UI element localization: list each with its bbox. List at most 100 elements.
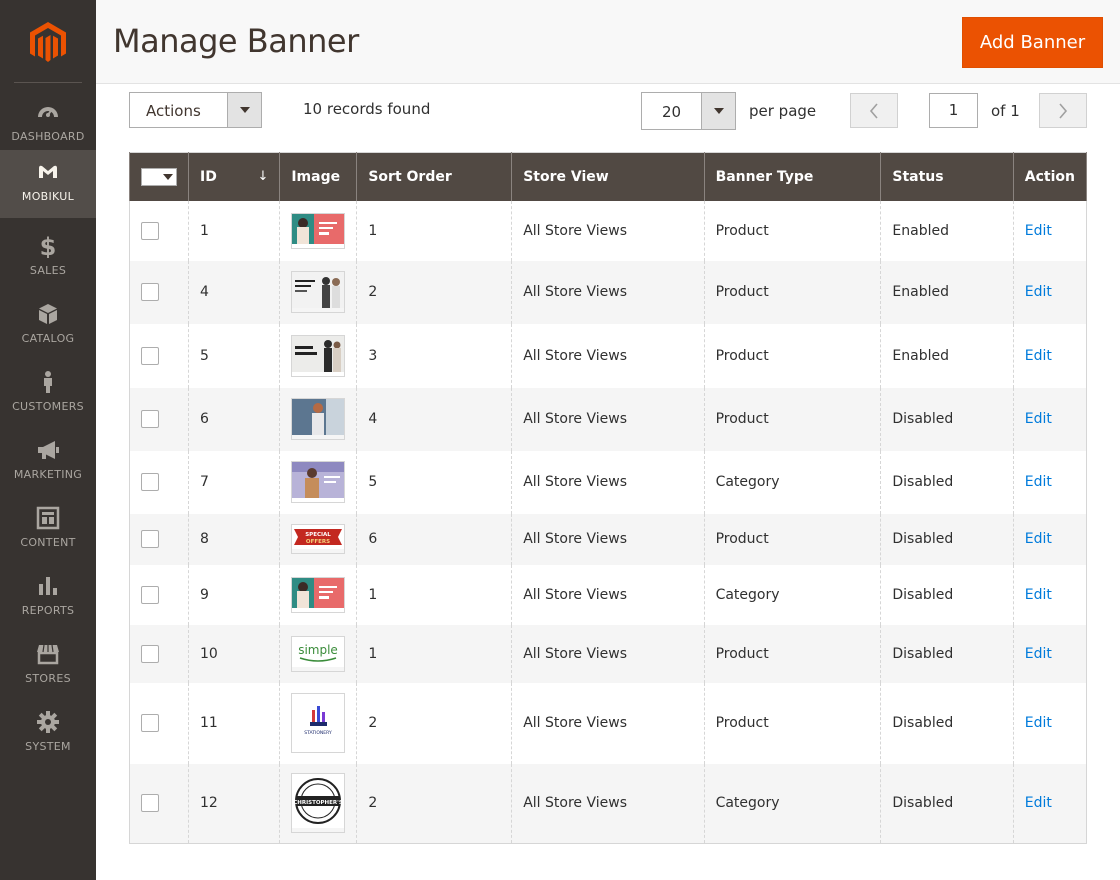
sidebar-item-content[interactable]: CONTENT — [0, 496, 96, 564]
table-row[interactable]: 9 1 All Store Views Category Disabled Ed… — [129, 564, 1088, 625]
row-checkbox[interactable] — [141, 410, 159, 428]
mobikul-icon — [39, 165, 57, 178]
content-layout-icon — [36, 506, 60, 530]
table-row[interactable]: 12 CHRISTOPHER'S 2 All Store Views Categ… — [129, 763, 1088, 844]
edit-link[interactable]: Edit — [1025, 474, 1052, 490]
cell-store-view: All Store Views — [511, 387, 705, 451]
edit-link[interactable]: Edit — [1025, 223, 1052, 239]
cell-status: Disabled — [880, 624, 1014, 683]
person-icon — [44, 371, 52, 393]
cell-sort-order: 2 — [356, 260, 513, 324]
banner-thumbnail: SPECIAL OFFERS — [291, 524, 346, 554]
sidebar-item-marketing[interactable]: MARKETING — [0, 428, 96, 496]
mass-select-dropdown[interactable] — [141, 167, 177, 186]
sidebar-item-stores[interactable]: STORES — [0, 632, 96, 700]
row-checkbox[interactable] — [141, 530, 159, 548]
row-checkbox[interactable] — [141, 221, 159, 240]
row-checkbox[interactable] — [141, 794, 159, 813]
chevron-left-icon — [869, 103, 878, 119]
cell-action: Edit — [1012, 387, 1088, 451]
row-select-cell — [129, 387, 189, 451]
dashboard-icon — [38, 107, 58, 117]
column-header-banner-type[interactable]: Banner Type — [703, 152, 882, 201]
sidebar-item-sales[interactable]: $ SALES — [0, 224, 96, 292]
row-checkbox[interactable] — [141, 473, 159, 491]
edit-link[interactable]: Edit — [1025, 348, 1052, 364]
cell-banner-type: Product — [703, 200, 882, 261]
edit-link[interactable]: Edit — [1025, 795, 1052, 811]
row-checkbox[interactable] — [141, 346, 159, 365]
edit-link[interactable]: Edit — [1025, 411, 1052, 427]
table-row[interactable]: 6 4 All Store Views Product Disabled Edi… — [129, 387, 1088, 451]
sort-descending-icon: ↓ — [257, 168, 269, 184]
sidebar-item-dashboard[interactable]: DASHBOARD — [0, 90, 96, 158]
cell-image — [279, 323, 358, 388]
add-banner-button[interactable]: Add Banner — [962, 17, 1103, 68]
column-header-id[interactable]: ID ↓ — [187, 152, 281, 201]
sidebar-item-mobikul[interactable]: MOBIKUL — [0, 150, 96, 218]
table-row[interactable]: 7 5 All Store Views Category Disabled Ed… — [129, 450, 1088, 514]
sidebar-item-reports[interactable]: REPORTS — [0, 564, 96, 632]
previous-page-button[interactable] — [850, 93, 898, 128]
table-row[interactable]: 5 3 All Store Views Product Enabled Edit — [129, 323, 1088, 388]
cell-action: Edit — [1012, 564, 1088, 625]
column-header-store-view[interactable]: Store View — [511, 152, 705, 201]
row-checkbox[interactable] — [141, 283, 159, 301]
row-checkbox[interactable] — [141, 585, 159, 604]
cell-sort-order: 1 — [356, 200, 513, 261]
cell-status: Disabled — [880, 513, 1014, 565]
table-row[interactable]: 4 2 All Store Views Product Enabled Edit — [129, 260, 1088, 324]
magento-logo[interactable] — [26, 20, 70, 64]
actions-dropdown-toggle[interactable] — [227, 93, 261, 127]
sidebar-item-label: MOBIKUL — [21, 190, 75, 203]
banner-thumbnail: simple — [291, 635, 346, 672]
banner-thumbnail — [291, 212, 346, 249]
table-row[interactable]: 10 simple 1 All Store Views Product Disa… — [129, 624, 1088, 683]
cell-sort-order: 5 — [356, 450, 513, 514]
per-page-dropdown-toggle[interactable] — [701, 93, 735, 129]
cell-sort-order: 1 — [356, 564, 513, 625]
per-page-select[interactable]: 20 — [641, 92, 736, 130]
edit-link[interactable]: Edit — [1025, 646, 1052, 662]
cell-image — [279, 387, 358, 451]
cell-action: Edit — [1012, 200, 1088, 261]
actions-dropdown[interactable]: Actions — [129, 92, 262, 128]
cell-store-view: All Store Views — [511, 450, 705, 514]
table-row[interactable]: 8 SPECIAL OFFERS 6 All Store Views Produc… — [129, 513, 1088, 565]
sidebar-item-customers[interactable]: CUSTOMERS — [0, 360, 96, 428]
sidebar-item-label: SALES — [29, 264, 67, 277]
cell-id: 11 — [187, 682, 281, 764]
grid-header-row: ID ↓ Image Sort Order Store View Banner T… — [129, 152, 1088, 201]
page-number-input[interactable]: 1 — [929, 93, 978, 128]
cell-id: 5 — [187, 323, 281, 388]
cell-image — [279, 260, 358, 324]
sidebar-item-catalog[interactable]: CATALOG — [0, 292, 96, 360]
sidebar-item-system[interactable]: SYSTEM — [0, 700, 96, 768]
column-header-status[interactable]: Status — [880, 152, 1014, 201]
edit-link[interactable]: Edit — [1025, 715, 1052, 731]
cell-action: Edit — [1012, 450, 1088, 514]
sidebar-item-label: MARKETING — [13, 468, 83, 481]
admin-sidebar: DASHBOARD MOBIKUL $ SALES CATALOG CUSTOM… — [0, 0, 96, 880]
cell-id: 8 — [187, 513, 281, 565]
cell-id: 1 — [187, 200, 281, 261]
row-checkbox[interactable] — [141, 714, 159, 732]
table-row[interactable]: 1 1 All Store Views Product Enabled Edit — [129, 200, 1088, 261]
cell-status: Disabled — [880, 682, 1014, 764]
cell-status: Disabled — [880, 564, 1014, 625]
edit-link[interactable]: Edit — [1025, 284, 1052, 300]
cell-status: Disabled — [880, 450, 1014, 514]
column-header-sort-order[interactable]: Sort Order — [356, 152, 513, 201]
cell-banner-type: Product — [703, 513, 882, 565]
cell-id: 7 — [187, 450, 281, 514]
banner-thumbnail — [291, 271, 346, 313]
next-page-button[interactable] — [1039, 93, 1087, 128]
cell-sort-order: 2 — [356, 682, 513, 764]
column-header-image[interactable]: Image — [279, 152, 358, 201]
edit-link[interactable]: Edit — [1025, 587, 1052, 603]
sidebar-item-label: STORES — [25, 672, 71, 685]
table-row[interactable]: 11 STATIONERY 2 All Store Views Product … — [129, 682, 1088, 764]
row-checkbox[interactable] — [141, 644, 159, 663]
edit-link[interactable]: Edit — [1025, 531, 1052, 547]
page-total: of 1 — [991, 102, 1020, 120]
